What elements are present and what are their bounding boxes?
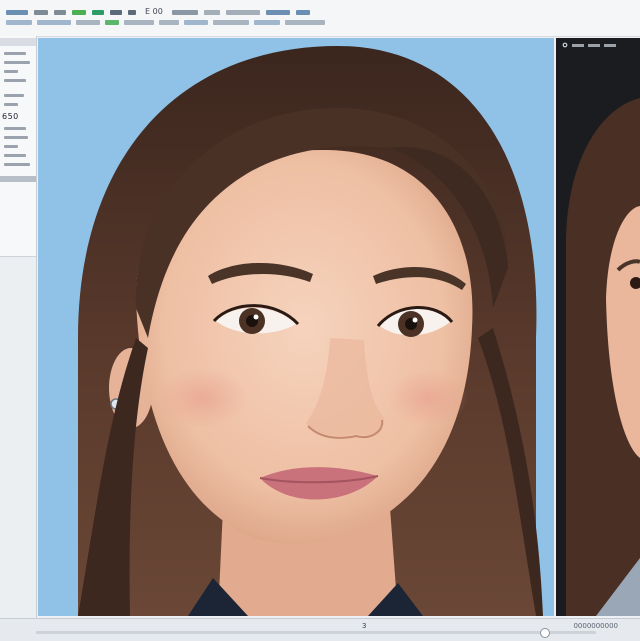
second-canvas-title-bar xyxy=(572,43,584,47)
toolbar-button-adjust[interactable] xyxy=(72,9,86,15)
gear-icon[interactable] xyxy=(562,42,568,48)
toolbar-sub-8[interactable] xyxy=(213,20,249,25)
toolbar-sub-3[interactable] xyxy=(76,20,100,25)
second-canvas[interactable] xyxy=(556,38,640,616)
toolbar-button-filter[interactable] xyxy=(92,9,104,15)
zoom-slider-handle[interactable] xyxy=(540,628,550,638)
panel-option[interactable] xyxy=(4,61,30,64)
main-canvas[interactable] xyxy=(38,38,554,616)
panel-option[interactable] xyxy=(4,136,28,139)
toolbar-button-layers[interactable] xyxy=(110,9,122,15)
page-number: 3 xyxy=(362,622,367,630)
toolbar-button-c[interactable] xyxy=(225,9,260,15)
toolbar-button-a[interactable] xyxy=(171,9,198,15)
panel-option[interactable] xyxy=(4,145,18,148)
panel-option[interactable] xyxy=(4,163,30,166)
toolbar-button-tools[interactable] xyxy=(128,9,136,15)
panel-option[interactable] xyxy=(4,103,18,106)
toolbar-sub-4[interactable] xyxy=(105,20,119,25)
second-canvas-header xyxy=(562,42,616,48)
partial-portrait-image xyxy=(566,98,640,616)
zoom-readout: 0000000000 xyxy=(573,622,618,630)
toolbar-button-view[interactable] xyxy=(54,9,66,15)
toolbar-sub-7[interactable] xyxy=(184,20,208,25)
panel-option[interactable] xyxy=(4,94,24,97)
toolbar-sub-5[interactable] xyxy=(124,20,154,25)
toolbar-button-e[interactable] xyxy=(295,9,310,15)
toolbar-sub-9[interactable] xyxy=(254,20,280,25)
toolbar-button-edit[interactable] xyxy=(34,9,48,15)
toolbar-sub-10[interactable] xyxy=(285,20,325,25)
second-canvas-title-bar xyxy=(604,43,616,47)
panel-option[interactable] xyxy=(4,79,26,82)
toolbar-label: E 00 xyxy=(145,7,163,16)
second-canvas-title-bar xyxy=(588,43,600,47)
portrait-image xyxy=(78,46,543,616)
panel-option[interactable] xyxy=(4,127,26,130)
toolbar-sub-1[interactable] xyxy=(6,20,32,25)
status-bar: 3 0000000000 xyxy=(0,618,640,641)
zoom-slider-track[interactable] xyxy=(36,631,596,634)
top-toolbar: E 00 xyxy=(0,0,640,37)
toolbar-button-d[interactable] xyxy=(265,9,290,15)
panel-option[interactable] xyxy=(4,70,18,73)
toolbar-row-secondary xyxy=(6,20,325,25)
panel-lower-area xyxy=(0,256,36,618)
left-panel: 650 xyxy=(0,36,37,618)
toolbar-sub-2[interactable] xyxy=(37,20,71,25)
toolbar-button-file[interactable] xyxy=(6,9,28,15)
panel-value: 650 xyxy=(2,112,19,121)
panel-option[interactable] xyxy=(4,52,26,55)
panel-header xyxy=(0,38,36,46)
toolbar-button-b[interactable] xyxy=(203,9,220,15)
toolbar-sub-6[interactable] xyxy=(159,20,179,25)
panel-option[interactable] xyxy=(4,154,26,157)
toolbar-row-main: E 00 xyxy=(6,8,310,16)
panel-divider xyxy=(0,176,36,182)
